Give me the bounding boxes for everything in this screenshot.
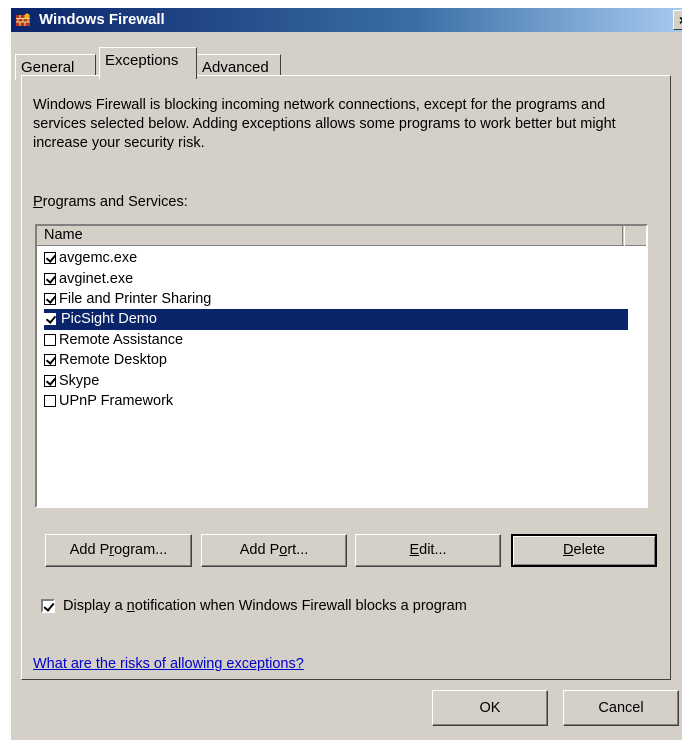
add-program-label-pre: Add P [69, 542, 110, 558]
title-bar[interactable]: Windows Firewall × [11, 8, 682, 32]
item-checkbox[interactable] [44, 272, 56, 285]
item-label: UPnP Framework [59, 392, 174, 409]
list-item-selected[interactable]: PicSight Demo [44, 309, 628, 330]
delete-mnemonic: D [563, 542, 574, 558]
list-item[interactable]: Remote Assistance [44, 330, 628, 350]
item-checkbox[interactable] [44, 292, 56, 305]
list-rows: avgemc.exe avginet.exe File and Printer … [44, 248, 628, 411]
item-checkbox[interactable] [44, 394, 56, 407]
notification-checkbox[interactable] [41, 599, 55, 613]
item-label: avginet.exe [59, 270, 134, 287]
notification-mnemonic: n [126, 598, 135, 614]
list-item[interactable]: UPnP Framework [44, 391, 628, 411]
delete-label-post: elete [573, 542, 605, 558]
item-label: Remote Assistance [59, 331, 184, 348]
add-program-button[interactable]: Add Program... [45, 534, 192, 567]
ok-button[interactable]: OK [432, 690, 548, 726]
programs-label-mnemonic: P [33, 194, 43, 210]
add-program-label-post: ogram... [114, 542, 168, 558]
cancel-button[interactable]: Cancel [563, 690, 679, 726]
add-port-label-pre: Add P [239, 542, 280, 558]
notification-label-pre: Display a [63, 598, 127, 614]
edit-mnemonic: E [409, 542, 420, 558]
tab-exceptions[interactable]: Exceptions [99, 47, 197, 79]
delete-button[interactable]: Delete [511, 534, 657, 567]
item-label: avgemc.exe [59, 250, 138, 267]
edit-button[interactable]: Edit... [355, 534, 501, 567]
close-button[interactable]: × [673, 10, 682, 30]
add-port-label-post: rt... [287, 542, 309, 558]
list-item[interactable]: Skype [44, 370, 628, 390]
item-checkbox[interactable] [44, 313, 56, 326]
notification-label-post: otification when Windows Firewall blocks… [134, 598, 467, 614]
notification-option[interactable]: Display a notification when Windows Fire… [41, 598, 467, 614]
programs-label: Programs and Services: [33, 194, 188, 210]
item-checkbox[interactable] [44, 374, 56, 387]
list-item[interactable]: avgemc.exe [44, 248, 628, 268]
item-checkbox[interactable] [44, 333, 56, 346]
item-label: File and Printer Sharing [59, 290, 212, 307]
firewall-brick-icon [16, 13, 30, 26]
edit-label-post: dit... [419, 542, 447, 558]
exceptions-panel: Windows Firewall is blocking incoming ne… [21, 75, 671, 680]
item-label: Remote Desktop [59, 352, 167, 369]
list-item[interactable]: Remote Desktop [44, 350, 628, 370]
programs-label-rest: rograms and Services: [42, 194, 188, 210]
column-header-name[interactable]: Name [37, 226, 623, 246]
risks-link[interactable]: What are the risks of allowing exception… [33, 656, 304, 672]
notification-label: Display a notification when Windows Fire… [63, 598, 467, 614]
list-item[interactable]: File and Printer Sharing [44, 289, 628, 309]
list-header: Name [37, 226, 646, 246]
item-checkbox[interactable] [44, 354, 56, 367]
intro-text: Windows Firewall is blocking incoming ne… [33, 97, 616, 151]
list-item[interactable]: avginet.exe [44, 268, 628, 288]
item-checkbox[interactable] [44, 252, 56, 265]
add-port-button[interactable]: Add Port... [201, 534, 347, 567]
item-label: PicSight Demo [59, 311, 159, 328]
programs-list[interactable]: Name avgemc.exe avginet.exe File and Pri… [35, 224, 648, 508]
item-label: Skype [59, 372, 100, 389]
window-title: Windows Firewall [39, 11, 165, 28]
column-header-extra[interactable] [624, 226, 646, 246]
